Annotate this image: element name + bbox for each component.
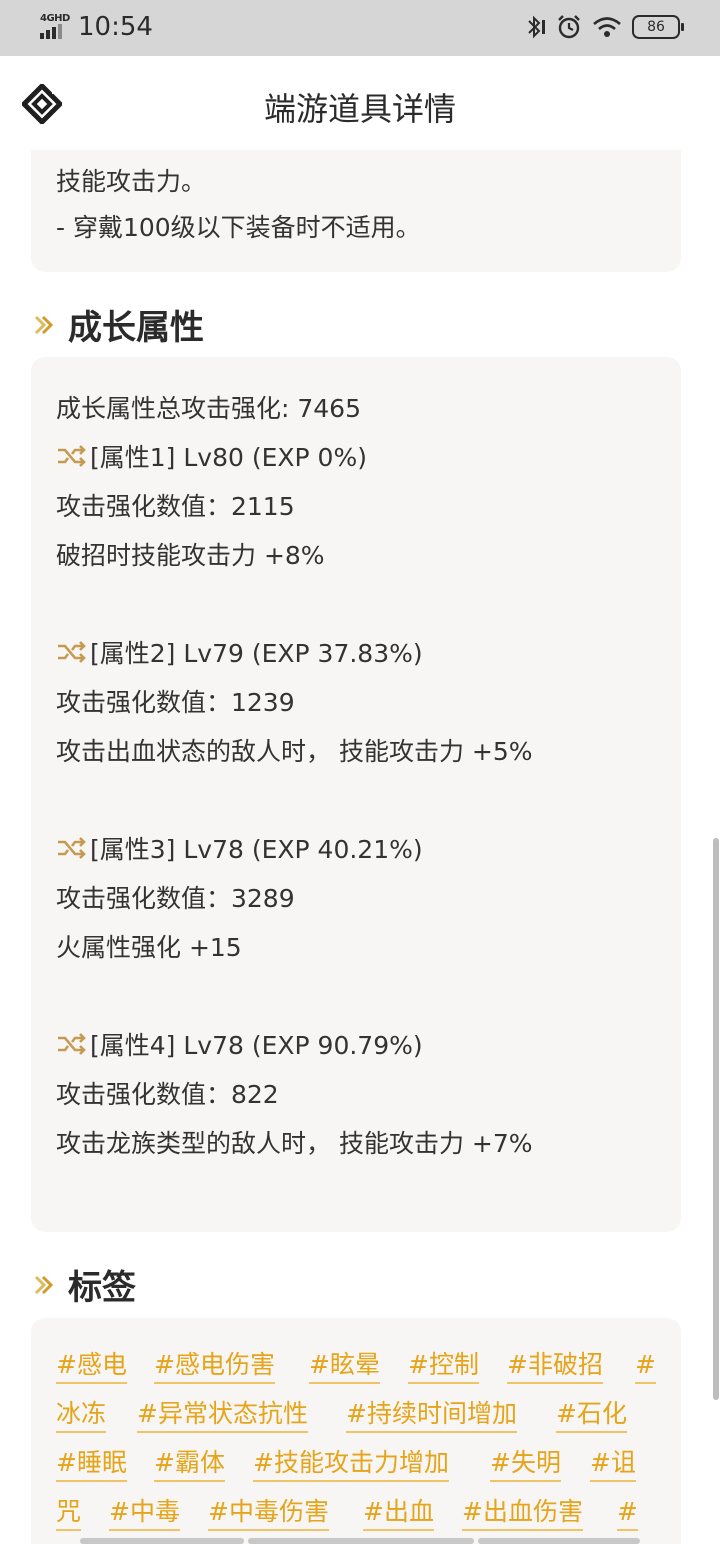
attribute-value: 攻击强化数值：2115 (56, 492, 295, 521)
attribute-header: [属性1] Lv80 (EXP 0%) (56, 438, 367, 474)
tag-link[interactable]: #睡眠 (56, 1446, 127, 1482)
bluetooth-icon (528, 15, 545, 39)
attribute-effect: 攻击出血状态的敌人时， 技能攻击力 +5% (56, 737, 533, 766)
tag-link[interactable]: #石化 (556, 1397, 627, 1433)
section-arrow-icon (34, 315, 54, 334)
description-line: 技能攻击力。 (56, 167, 207, 196)
tags-section-heading: 标签 (32, 1260, 136, 1309)
battery-indicator: 86 (632, 15, 684, 39)
growth-section-heading: 成长属性 (32, 300, 204, 349)
attribute-value: 攻击强化数值：3289 (56, 884, 295, 913)
attribute-effect: 破招时技能攻击力 +8% (56, 541, 325, 570)
status-left: 4GHD 10:54 (40, 12, 153, 42)
tag-link[interactable]: #眩晕 (309, 1348, 380, 1384)
tag-link[interactable]: #感电伤害 (154, 1348, 275, 1384)
status-right: 86 (524, 14, 684, 40)
attribute-header-text: [属性4] Lv78 (EXP 90.79%) (90, 1031, 423, 1060)
attribute-header-text: [属性1] Lv80 (EXP 0%) (90, 443, 367, 472)
tag-link[interactable]: #诅 (590, 1446, 636, 1482)
growth-card: 成长属性总攻击强化: 7465 [属性1] Lv80 (EXP 0%) 攻击强化… (31, 357, 681, 1232)
tags-card: #感电 #感电伤害 #眩晕 #控制 #非破招 # 冰冻 #异常状态抗性 #持续时… (31, 1318, 681, 1544)
tag-link[interactable]: #中毒 (109, 1495, 180, 1531)
app-bar: 端游道具详情 (0, 56, 720, 152)
tags-heading-label: 标签 (68, 1268, 136, 1308)
attribute-value: 攻击强化数值：1239 (56, 688, 295, 717)
tag-link[interactable]: #霸体 (154, 1446, 225, 1482)
attribute-header-text: [属性2] Lv79 (EXP 37.83%) (90, 639, 423, 668)
page-title: 端游道具详情 (263, 90, 456, 128)
tag-link[interactable]: 咒 (56, 1495, 82, 1531)
vertical-scrollbar[interactable] (713, 838, 719, 1400)
description-card: 技能攻击力。 - 穿戴100级以下装备时不适用。 (31, 150, 681, 272)
wifi-icon (593, 17, 621, 37)
attribute-header: [属性3] Lv78 (EXP 40.21%) (56, 830, 423, 866)
bottom-scroll-indicator (80, 1538, 244, 1544)
signal-icon: 4GHD (40, 13, 70, 41)
attribute-header: [属性2] Lv79 (EXP 37.83%) (56, 634, 423, 670)
bottom-scroll-indicator (478, 1538, 640, 1544)
attribute-effect: 攻击龙族类型的敌人时， 技能攻击力 +7% (56, 1129, 533, 1158)
attribute-effect: 火属性强化 +15 (56, 933, 242, 962)
tag-link[interactable]: #非破招 (507, 1348, 603, 1384)
tag-link[interactable]: #持续时间增加 (346, 1397, 517, 1433)
tag-link[interactable]: 冰冻 (56, 1397, 107, 1433)
attribute-value: 攻击强化数值：822 (56, 1080, 279, 1109)
shuffle-icon (58, 837, 86, 859)
growth-heading-label: 成长属性 (68, 308, 204, 348)
tag-link[interactable]: #异常状态抗性 (137, 1397, 308, 1433)
tag-link[interactable]: #中毒伤害 (208, 1495, 329, 1531)
description-line: - 穿戴100级以下装备时不适用。 (56, 213, 421, 242)
tag-link[interactable]: #感电 (56, 1348, 127, 1384)
shuffle-icon (58, 1033, 86, 1055)
tag-link[interactable]: #技能攻击力增加 (253, 1446, 449, 1482)
status-bar: 4GHD 10:54 86 (0, 0, 720, 56)
alarm-icon (558, 15, 580, 39)
section-arrow-icon (34, 1275, 54, 1294)
tag-link[interactable]: # (635, 1348, 656, 1384)
tag-link[interactable]: #出血伤害 (462, 1495, 583, 1531)
tag-link[interactable]: # (617, 1495, 638, 1531)
clock: 10:54 (78, 12, 153, 42)
shuffle-icon (58, 641, 86, 663)
network-type: 4GHD (40, 13, 70, 24)
tag-link[interactable]: #出血 (363, 1495, 434, 1531)
bottom-scroll-indicator (248, 1538, 474, 1544)
tag-link[interactable]: #失明 (490, 1446, 561, 1482)
shuffle-icon (58, 445, 86, 467)
attribute-header: [属性4] Lv78 (EXP 90.79%) (56, 1026, 423, 1062)
growth-total: 成长属性总攻击强化: 7465 (56, 394, 361, 423)
tag-link[interactable]: #控制 (408, 1348, 479, 1384)
attribute-header-text: [属性3] Lv78 (EXP 40.21%) (90, 835, 423, 864)
